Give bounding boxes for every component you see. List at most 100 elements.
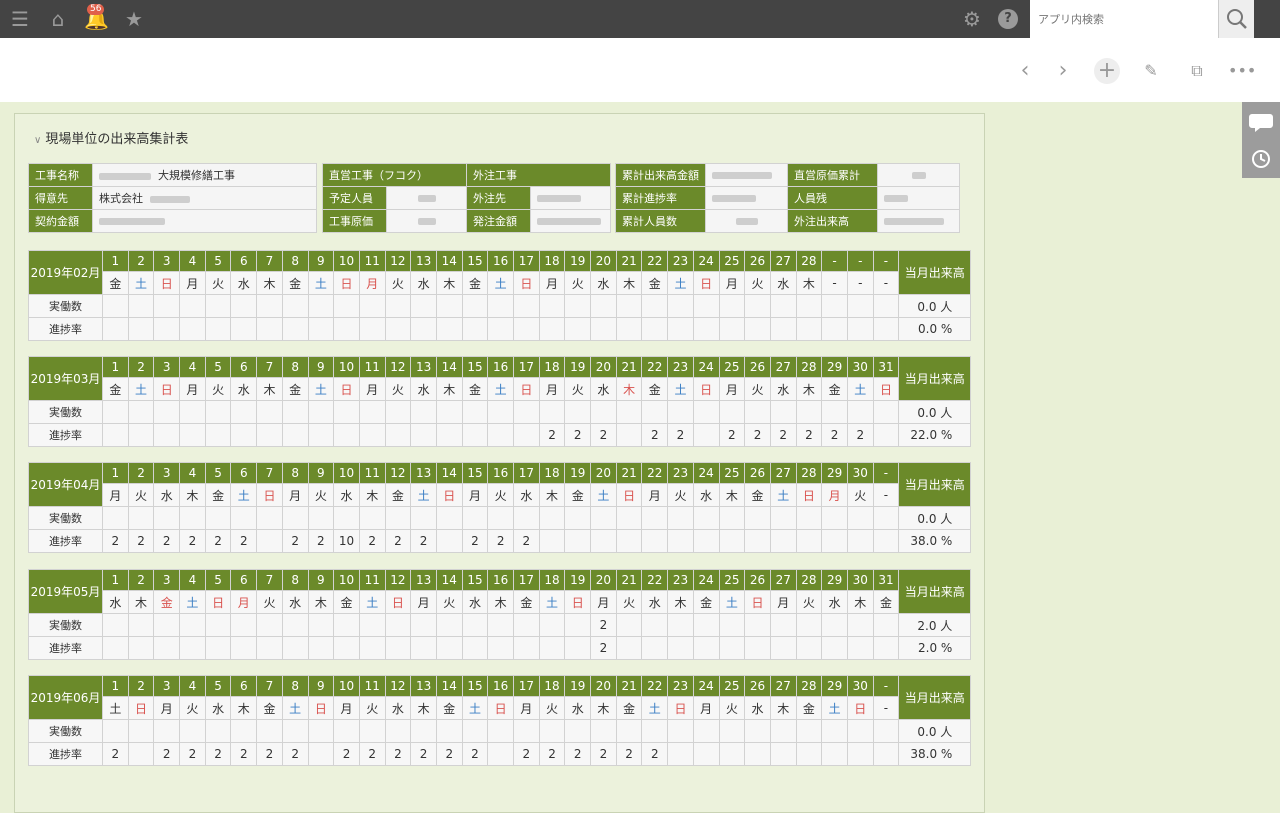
progress-cell bbox=[718, 529, 746, 553]
weekday-cell: 月 bbox=[153, 696, 181, 720]
weekday-cell: 金 bbox=[641, 377, 669, 401]
search-input[interactable] bbox=[1030, 0, 1218, 38]
workers-cell bbox=[795, 719, 823, 743]
progress-cell bbox=[435, 317, 463, 341]
month-calendar-table: 2019年05月 1 2 3 4 5 6 7 8 9 10 11 12 13 14 15 16 17 18 19 20 2… bbox=[28, 569, 972, 660]
workers-cell bbox=[281, 613, 309, 637]
workers-cell bbox=[127, 294, 155, 318]
weekday-cell: 月 bbox=[718, 377, 746, 401]
weekday-cell: 土 bbox=[230, 483, 258, 507]
monthly-total-header: 当月出来高 bbox=[898, 675, 972, 720]
weekday-cell: 金 bbox=[564, 483, 592, 507]
progress-cell bbox=[153, 636, 181, 660]
workers-cell bbox=[692, 613, 720, 637]
day-number: 11 bbox=[358, 569, 386, 591]
progress-cell: 2 bbox=[590, 742, 617, 766]
progress-cell: 2 bbox=[281, 742, 309, 766]
progress-cell bbox=[333, 317, 360, 341]
day-number: 5 bbox=[204, 675, 232, 697]
workers-cell bbox=[872, 506, 900, 530]
weekday-cell: 水 bbox=[230, 271, 258, 295]
progress-cell bbox=[795, 636, 823, 660]
weekday-cell: 日 bbox=[846, 696, 874, 720]
progress-cell bbox=[538, 317, 566, 341]
gear-icon[interactable]: ⚙ bbox=[960, 7, 984, 31]
day-number: 22 bbox=[641, 250, 669, 272]
progress-label: 進捗率 bbox=[28, 529, 103, 553]
help-icon[interactable]: ? bbox=[998, 9, 1018, 29]
day-number: 25 bbox=[718, 250, 746, 272]
weekday-cell: 木 bbox=[846, 590, 874, 614]
day-number: 28 bbox=[795, 250, 823, 272]
day-number: 5 bbox=[204, 569, 232, 591]
day-number: 7 bbox=[256, 569, 283, 591]
search-button[interactable] bbox=[1218, 0, 1254, 38]
monthly-total-header: 当月出来高 bbox=[898, 462, 972, 507]
weekday-cell: 金 bbox=[204, 483, 232, 507]
workers-cell bbox=[846, 294, 874, 318]
star-icon[interactable]: ★ bbox=[122, 7, 146, 31]
more-options-icon[interactable]: ••• bbox=[1228, 58, 1256, 84]
day-number: 3 bbox=[153, 250, 181, 272]
weekday-cell: 土 bbox=[641, 696, 669, 720]
workers-cell bbox=[204, 294, 232, 318]
day-number: 28 bbox=[795, 675, 823, 697]
workers-cell bbox=[435, 719, 463, 743]
menu-icon[interactable]: ☰ bbox=[8, 7, 32, 31]
prev-record-button[interactable]: ‹ bbox=[1012, 58, 1038, 84]
progress-cell bbox=[410, 423, 437, 447]
month-label: 2019年02月 bbox=[28, 250, 103, 295]
weekday-cell: 土 bbox=[179, 590, 206, 614]
home-icon[interactable]: ⌂ bbox=[46, 7, 70, 31]
progress-cell: 2 bbox=[667, 423, 694, 447]
workers-cell bbox=[102, 506, 129, 530]
workers-cell bbox=[461, 719, 489, 743]
edit-icon[interactable]: ✎ bbox=[1138, 58, 1164, 84]
progress-cell: 2 bbox=[590, 423, 617, 447]
weekday-cell: 日 bbox=[513, 377, 540, 401]
weekday-cell: 日 bbox=[204, 590, 232, 614]
weekday-cell: 金 bbox=[153, 590, 181, 614]
day-number: 30 bbox=[846, 675, 874, 697]
weekday-cell: 日 bbox=[744, 590, 771, 614]
progress-cell bbox=[821, 317, 848, 341]
weekday-cell: 火 bbox=[564, 271, 592, 295]
weekday-cell: 土 bbox=[127, 271, 155, 295]
add-record-button[interactable]: + bbox=[1094, 58, 1120, 84]
progress-cell bbox=[615, 423, 643, 447]
history-icon[interactable] bbox=[1242, 140, 1280, 178]
weekday-cell: 木 bbox=[795, 271, 823, 295]
workers-cell bbox=[204, 506, 232, 530]
day-number: 8 bbox=[281, 569, 309, 591]
day-number: 25 bbox=[718, 462, 746, 484]
weekday-cell: 火 bbox=[538, 696, 566, 720]
day-number: 26 bbox=[744, 675, 771, 697]
day-number: 14 bbox=[435, 675, 463, 697]
day-number: 2 bbox=[127, 462, 155, 484]
day-number: 3 bbox=[153, 356, 181, 378]
day-number: - bbox=[872, 462, 900, 484]
workers-cell bbox=[718, 294, 746, 318]
workers-cell bbox=[872, 294, 900, 318]
weekday-cell: 月 bbox=[461, 483, 489, 507]
progress-cell: 2 bbox=[179, 742, 206, 766]
workers-label: 実働数 bbox=[28, 719, 103, 743]
progress-label: 進捗率 bbox=[28, 636, 103, 660]
weekday-cell: 月 bbox=[179, 377, 206, 401]
copy-icon[interactable]: ⧉ bbox=[1184, 58, 1210, 84]
next-record-button[interactable]: › bbox=[1050, 58, 1076, 84]
comment-icon[interactable] bbox=[1242, 102, 1280, 140]
day-number: 22 bbox=[641, 675, 669, 697]
workers-cell bbox=[410, 719, 437, 743]
value-client: 株式会社 bbox=[92, 186, 317, 210]
weekday-cell: 金 bbox=[821, 377, 848, 401]
day-number: 16 bbox=[487, 250, 514, 272]
weekday-cell: 金 bbox=[256, 696, 283, 720]
workers-cell bbox=[153, 719, 181, 743]
section-header[interactable]: ∨ 現場単位の出来高集計表 bbox=[34, 128, 188, 147]
progress-cell bbox=[487, 636, 514, 660]
workers-cell bbox=[590, 506, 617, 530]
workers-cell bbox=[230, 613, 258, 637]
progress-cell bbox=[846, 742, 874, 766]
progress-cell bbox=[127, 742, 155, 766]
